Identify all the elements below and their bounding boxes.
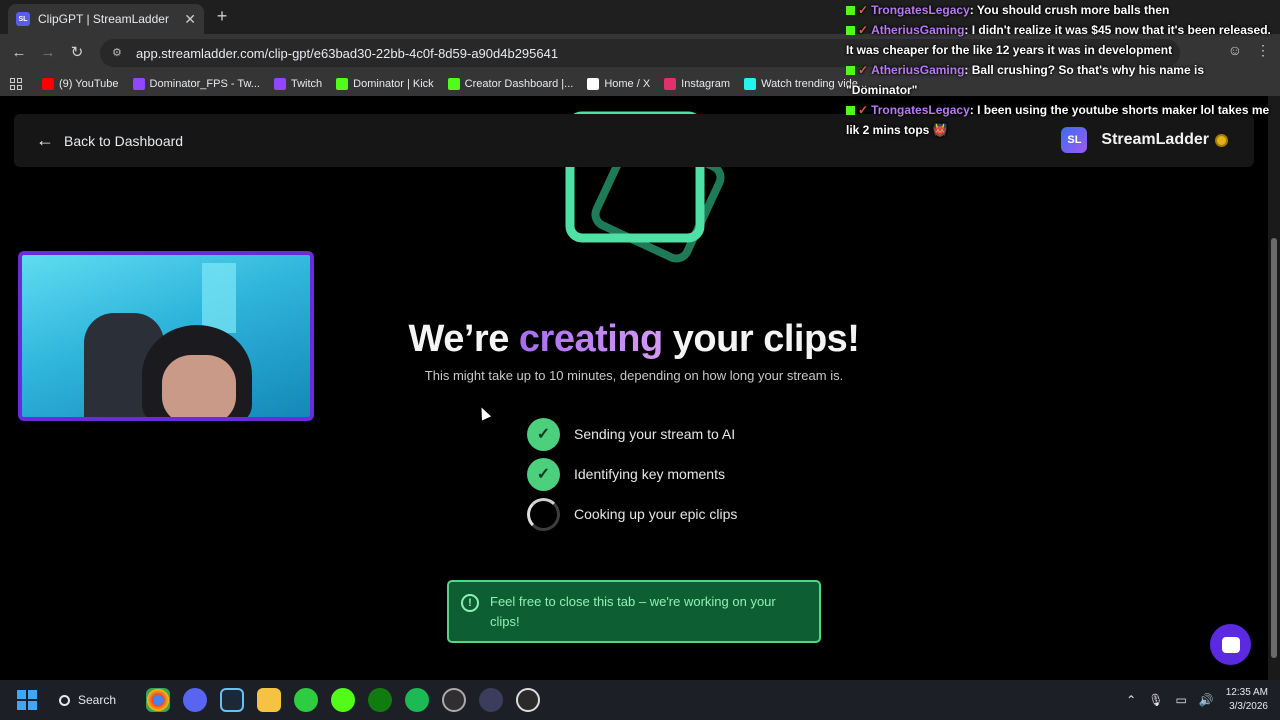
page-scrollbar[interactable]	[1268, 96, 1280, 680]
discord-icon[interactable]	[183, 688, 208, 712]
instagram-icon	[664, 78, 677, 90]
kick-icon	[336, 78, 349, 90]
chrome-icon[interactable]	[146, 688, 171, 712]
page-content: ← Back to Dashboard SL StreamLadder We’r…	[0, 96, 1268, 680]
bookmark-dominator-twitch[interactable]: Dominator_FPS - Tw...	[132, 78, 260, 90]
info-notice: ! Feel free to close this tab – we're wo…	[447, 580, 821, 643]
obs-icon[interactable]	[442, 688, 467, 712]
headline-accent: creating	[518, 318, 663, 360]
kick-icon	[447, 78, 460, 90]
tiktok-icon	[744, 78, 757, 90]
step-item: Cooking up your epic clips	[527, 494, 737, 534]
progress-steps: ✓ Sending your stream to AI ✓ Identifyin…	[527, 414, 737, 534]
back-to-dashboard-button[interactable]: ← Back to Dashboard	[36, 130, 183, 151]
system-tray: ⌃ 🎙 ▭ 🔊 12:35 AM 3/3/2026	[1126, 686, 1268, 714]
mouse-cursor-icon	[476, 405, 492, 421]
browser-tab[interactable]: SL ClipGPT | StreamLadder ✕	[8, 4, 204, 34]
url-text: app.streamladder.com/clip-gpt/e63bad30-2…	[136, 45, 559, 61]
kick-badge-icon	[846, 6, 855, 15]
chevron-badge-icon: ✓	[858, 23, 869, 37]
taskbar-apps	[146, 688, 541, 712]
settings-app-icon[interactable]	[516, 688, 541, 712]
steam-icon[interactable]	[220, 688, 245, 712]
step-label: Sending your stream to AI	[574, 426, 736, 442]
chat-text: : You should crush more balls then	[969, 3, 1170, 17]
clock-time: 12:35 AM	[1225, 687, 1268, 698]
bookmark-creator-dashboard[interactable]: Creator Dashboard |...	[447, 78, 573, 90]
search-icon	[59, 694, 70, 706]
windows-start-icon[interactable]	[17, 690, 37, 710]
chat-username: AtheriusGaming	[871, 63, 965, 77]
chat-message: ✓ TrongatesLegacy: I been using the youtu…	[846, 100, 1274, 140]
twitch-icon	[132, 78, 145, 90]
chat-username: AtheriusGaming	[871, 23, 965, 37]
kick-badge-icon	[846, 106, 855, 115]
clock-date: 3/3/2026	[1229, 701, 1268, 712]
cloud-app-icon[interactable]	[294, 688, 319, 712]
taskbar-search[interactable]: Search	[59, 693, 116, 707]
back-to-dashboard-label: Back to Dashboard	[64, 132, 184, 149]
system-clock[interactable]: 12:35 AM 3/3/2026	[1226, 686, 1268, 714]
chevron-up-icon[interactable]: ⌃	[1126, 693, 1136, 707]
chevron-badge-icon: ✓	[858, 3, 869, 17]
x-icon	[587, 78, 600, 90]
network-icon[interactable]: ▭	[1175, 693, 1186, 707]
stream-chat-overlay: ✓ TrongatesLegacy: You should crush more …	[846, 0, 1274, 140]
kick-app-icon[interactable]	[331, 688, 356, 712]
chevron-badge-icon: ✓	[858, 103, 869, 117]
back-arrow-icon[interactable]: ←	[9, 43, 29, 63]
page-title: We’re creating your clips!	[408, 318, 860, 360]
new-tab-button[interactable]: +	[212, 6, 232, 26]
checkmark-icon: ✓	[527, 457, 560, 491]
info-icon: !	[461, 594, 479, 612]
bookmark-instagram[interactable]: Instagram	[664, 78, 730, 90]
scrollbar-thumb[interactable]	[1271, 238, 1277, 658]
xbox-icon[interactable]	[368, 688, 393, 712]
bookmark-dominator-kick[interactable]: Dominator | Kick	[336, 78, 434, 90]
chat-username: TrongatesLegacy	[871, 3, 970, 17]
twitch-icon	[273, 78, 286, 90]
keyboard-app-icon[interactable]	[479, 688, 504, 712]
volume-icon[interactable]: 🔊	[1199, 693, 1214, 707]
close-tab-icon[interactable]: ✕	[184, 11, 196, 28]
step-item: ✓ Sending your stream to AI	[527, 414, 737, 454]
step-label: Cooking up your epic clips	[574, 506, 738, 522]
tab-title: ClipGPT | StreamLadder	[38, 12, 169, 26]
bookmark-x-home[interactable]: Home / X	[587, 78, 650, 90]
arrow-left-icon: ←	[36, 130, 54, 150]
chat-message: ✓ AtheriusGaming: I didn't realize it was…	[846, 20, 1274, 60]
loading-spinner-icon	[527, 497, 560, 531]
search-label: Search	[78, 693, 117, 707]
chat-bubble-icon	[1221, 636, 1240, 653]
step-label: Identifying key moments	[574, 466, 725, 482]
youtube-icon	[42, 78, 54, 90]
step-item: ✓ Identifying key moments	[527, 454, 737, 494]
checkmark-icon: ✓	[527, 417, 560, 451]
notice-text: Feel free to close this tab – we're work…	[490, 594, 776, 629]
spotify-icon[interactable]	[405, 688, 430, 712]
file-explorer-icon[interactable]	[257, 688, 282, 712]
kick-badge-icon	[846, 66, 855, 75]
forward-arrow-icon[interactable]: →	[38, 43, 58, 63]
site-info-icon[interactable]: ⚙	[112, 46, 126, 60]
chat-message: ✓ TrongatesLegacy: You should crush more …	[846, 0, 1274, 20]
chat-username: TrongatesLegacy	[871, 103, 970, 117]
streamer-face	[162, 355, 236, 417]
apps-grid-icon[interactable]	[10, 78, 22, 90]
bookmark-twitch[interactable]: Twitch	[273, 78, 322, 90]
bookmark-youtube[interactable]: (9) YouTube	[42, 78, 119, 90]
windows-taskbar: Search ⌃ 🎙 ▭ 🔊 12:35 AM 3/3/2026	[0, 680, 1280, 720]
page-subtitle: This might take up to 10 minutes, depend…	[424, 368, 844, 383]
chevron-badge-icon: ✓	[858, 63, 869, 77]
reload-icon[interactable]: ↻	[67, 43, 87, 63]
support-chat-button[interactable]	[1210, 624, 1251, 665]
chat-message: ✓ AtheriusGaming: Ball crushing? So that'…	[846, 60, 1274, 100]
microphone-icon[interactable]: 🎙	[1148, 693, 1163, 707]
kick-badge-icon	[846, 26, 855, 35]
streamladder-favicon-icon: SL	[16, 12, 30, 26]
